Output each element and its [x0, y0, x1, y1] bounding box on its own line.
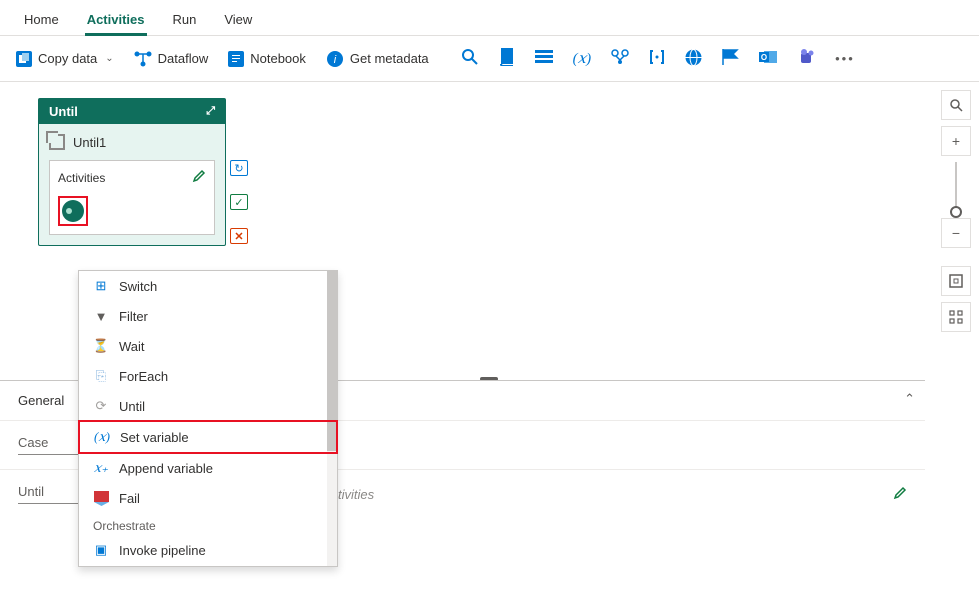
- zoom-slider[interactable]: [955, 162, 957, 212]
- teams-icon[interactable]: [789, 43, 823, 74]
- copy-data-button[interactable]: Copy data ⌄: [8, 46, 122, 72]
- filter-label: Filter: [119, 309, 148, 324]
- foreach-icon: ⎘: [93, 368, 109, 384]
- activities-label: Activities: [58, 171, 105, 185]
- append-variable-icon: 𝑥₊: [93, 460, 109, 476]
- filter-icon: ▼: [93, 308, 109, 324]
- main-tabs: Home Activities Run View: [0, 0, 979, 36]
- toolbar: Copy data ⌄ Dataflow Notebook i Get meta…: [0, 36, 979, 82]
- case-label: Case: [18, 435, 78, 455]
- fit-screen-icon[interactable]: [941, 266, 971, 296]
- collapse-panel-icon[interactable]: ⌃: [904, 391, 915, 407]
- tab-home[interactable]: Home: [10, 4, 73, 35]
- flow-icon[interactable]: [603, 43, 637, 74]
- notebook-button[interactable]: Notebook: [220, 46, 314, 72]
- skip-connector-icon[interactable]: ↻: [230, 160, 248, 176]
- until-card-header: Until ⤢: [39, 99, 225, 124]
- fail-connector-icon[interactable]: ✕: [230, 228, 248, 244]
- dataflow-label: Dataflow: [158, 51, 209, 66]
- zoom-in-button[interactable]: +: [941, 126, 971, 156]
- flag-icon[interactable]: [714, 43, 747, 74]
- menu-item-append-variable[interactable]: 𝑥₊ Append variable: [79, 453, 337, 483]
- general-tab[interactable]: General: [18, 389, 64, 412]
- until-activity-card[interactable]: Until ⤢ Until1 Activities: [38, 98, 226, 246]
- append-variable-label: Append variable: [119, 461, 213, 476]
- menu-item-set-variable[interactable]: (𝑥) Set variable: [78, 420, 338, 454]
- pencil-icon[interactable]: [192, 169, 206, 186]
- svg-text:O: O: [761, 53, 767, 62]
- copy-data-icon: [16, 51, 32, 67]
- wait-icon: ⏳: [93, 338, 109, 354]
- until-card-title: Until: [49, 104, 78, 119]
- menu-item-fail[interactable]: Fail: [79, 483, 337, 513]
- tab-activities[interactable]: Activities: [73, 4, 159, 35]
- more-icon[interactable]: •••: [827, 45, 863, 72]
- menu-item-foreach[interactable]: ⎘ ForEach: [79, 361, 337, 391]
- invoke-pipeline-icon: ▣: [93, 542, 109, 558]
- canvas-search-icon[interactable]: [941, 90, 971, 120]
- switch-icon: ⊞: [93, 278, 109, 294]
- foreach-label: ForEach: [119, 369, 168, 384]
- menu-item-filter[interactable]: ▼ Filter: [79, 301, 337, 331]
- search-icon[interactable]: [453, 42, 487, 75]
- script-icon[interactable]: [491, 42, 523, 75]
- get-metadata-button[interactable]: i Get metadata: [318, 45, 437, 73]
- menu-item-switch[interactable]: ⊞ Switch: [79, 271, 337, 301]
- notebook-label: Notebook: [250, 51, 306, 66]
- activities-column-partial: tivities: [338, 487, 893, 502]
- until-inner-activities: Activities: [49, 160, 215, 235]
- info-icon: i: [326, 50, 344, 68]
- get-metadata-label: Get metadata: [350, 51, 429, 66]
- zoom-out-button[interactable]: −: [941, 218, 971, 248]
- chevron-down-icon: ⌄: [105, 53, 113, 64]
- tab-run[interactable]: Run: [159, 4, 211, 35]
- activity-dropdown: ⊞ Switch ▼ Filter ⏳ Wait ⎘ ForEach ⟳ Unt…: [78, 270, 338, 567]
- list-icon[interactable]: [527, 44, 561, 73]
- edit-pencil-icon[interactable]: [893, 486, 907, 503]
- globe-icon[interactable]: [677, 43, 710, 75]
- until-menu-label: Until: [119, 399, 145, 414]
- copy-data-label: Copy data: [38, 51, 97, 66]
- until-card-name: Until1: [73, 135, 106, 150]
- dropdown-scrollbar[interactable]: [327, 271, 337, 566]
- maximize-icon[interactable]: ⤢: [206, 105, 215, 118]
- menu-item-invoke-pipeline[interactable]: ▣ Invoke pipeline: [79, 535, 337, 560]
- set-variable-label: Set variable: [120, 430, 189, 445]
- fail-icon: [93, 490, 109, 506]
- set-variable-icon: (𝑥): [94, 429, 110, 445]
- menu-item-wait[interactable]: ⏳ Wait: [79, 331, 337, 361]
- canvas-controls: + −: [941, 90, 971, 332]
- success-connector-icon[interactable]: ✓: [230, 194, 248, 210]
- wait-label: Wait: [119, 339, 145, 354]
- fail-label: Fail: [119, 491, 140, 506]
- menu-item-until[interactable]: ⟳ Until: [79, 391, 337, 421]
- outlook-icon[interactable]: O: [751, 43, 785, 74]
- until-icon: [49, 134, 65, 150]
- until-card-name-row: Until1: [39, 124, 225, 160]
- tab-view[interactable]: View: [210, 4, 266, 35]
- orchestrate-category: Orchestrate: [79, 513, 337, 535]
- switch-label: Switch: [119, 279, 157, 294]
- bracket-icon[interactable]: [641, 43, 673, 74]
- dataflow-icon: [134, 50, 152, 68]
- variable-icon[interactable]: (𝑥): [565, 43, 599, 74]
- zoom-slider-handle[interactable]: [950, 206, 962, 218]
- dataflow-button[interactable]: Dataflow: [126, 45, 217, 73]
- until-menu-icon: ⟳: [93, 398, 109, 414]
- add-activity-button[interactable]: [62, 200, 84, 222]
- add-activity-highlight: [58, 196, 88, 226]
- until-label: Until: [18, 484, 78, 504]
- notebook-icon: [228, 51, 244, 67]
- invoke-pipeline-label: Invoke pipeline: [119, 543, 206, 558]
- connector-badges: ↻ ✓ ✕: [230, 160, 248, 244]
- layout-icon[interactable]: [941, 302, 971, 332]
